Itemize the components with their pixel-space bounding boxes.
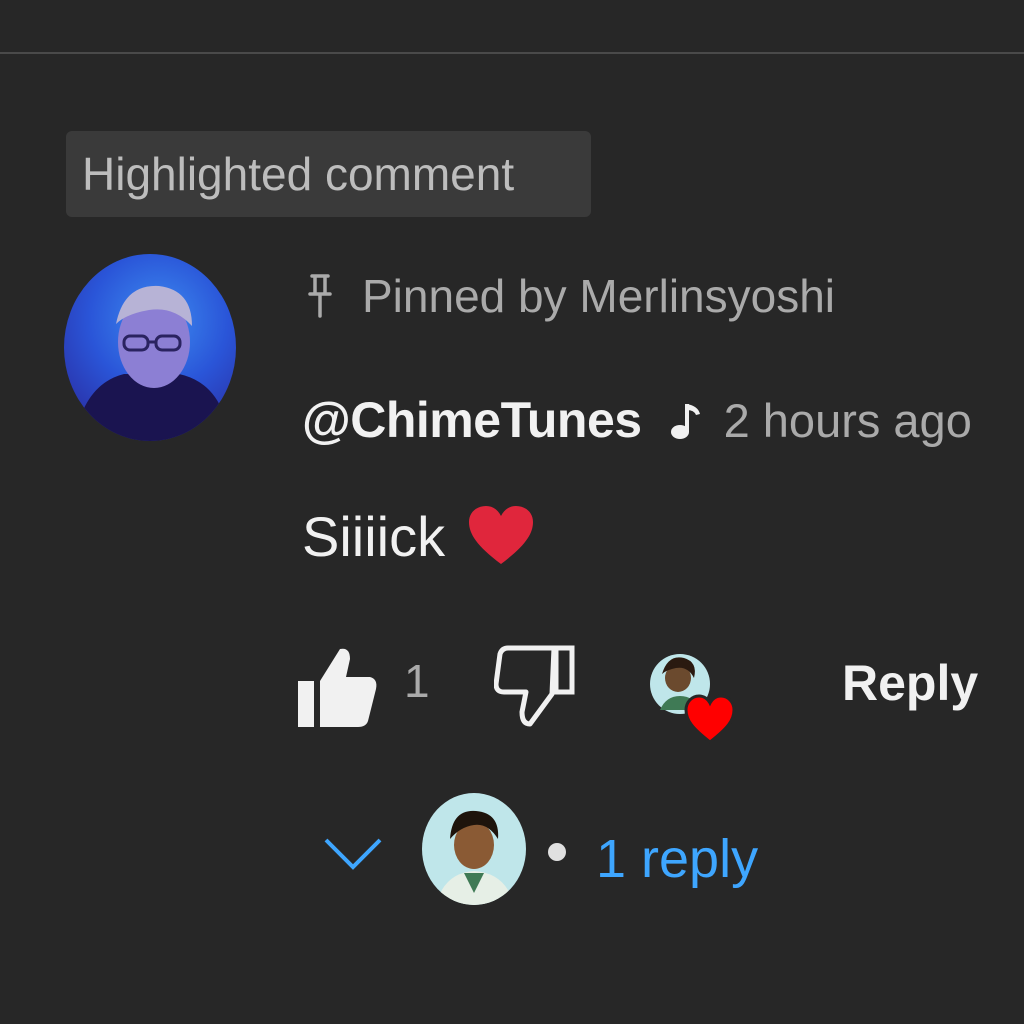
- separator-dot: [548, 843, 566, 861]
- chevron-down-icon: [324, 838, 382, 870]
- reply-avatar-image: [436, 810, 514, 905]
- badge-label: Highlighted comment: [82, 148, 515, 200]
- comment-header: @ChimeTunes 2 hours ago: [302, 388, 972, 452]
- top-divider: [0, 52, 1024, 54]
- replies-count[interactable]: 1 reply: [596, 828, 758, 890]
- heart-emoji-icon: [469, 506, 534, 564]
- like-count: 1: [404, 655, 430, 707]
- pinned-text: Pinned by Merlinsyoshi: [362, 270, 836, 322]
- comment-timestamp[interactable]: 2 hours ago: [724, 393, 972, 448]
- thumbs-down-icon[interactable]: [494, 644, 576, 728]
- music-note-icon: [670, 404, 700, 439]
- creator-heart-icon: [648, 648, 742, 744]
- author-avatar-image: [74, 285, 229, 441]
- highlighted-comment-badge: Highlighted comment: [66, 131, 591, 217]
- pinned-indicator: Pinned by Merlinsyoshi: [302, 266, 835, 326]
- reply-button[interactable]: Reply: [842, 654, 978, 712]
- comment-author[interactable]: @ChimeTunes: [302, 391, 642, 449]
- creator-avatar-heart: [650, 654, 736, 744]
- author-avatar[interactable]: [64, 254, 236, 441]
- thumbs-up-icon[interactable]: [296, 645, 378, 729]
- pin-icon: [308, 274, 332, 318]
- reply-avatar: [422, 793, 526, 905]
- comment-actions: 1 Reply: [296, 640, 996, 744]
- comment-body: Siiiick: [302, 500, 535, 572]
- replies-toggle[interactable]: 1 reply: [322, 790, 802, 910]
- comment-text: Siiiick: [302, 504, 446, 568]
